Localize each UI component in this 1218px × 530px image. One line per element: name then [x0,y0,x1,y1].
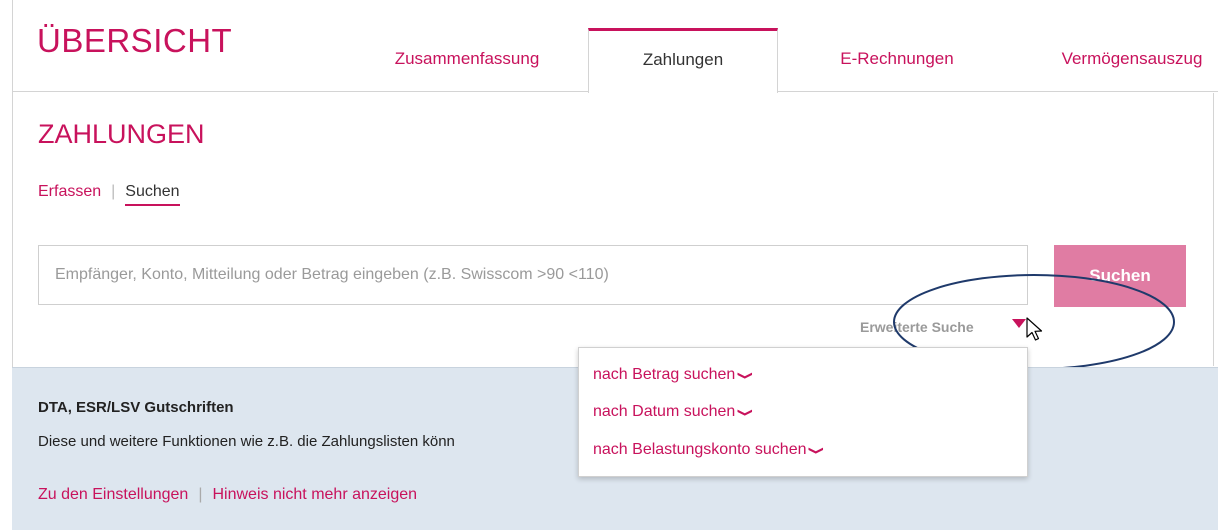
settings-link[interactable]: Zu den Einstellungen [38,486,188,503]
dropdown-item-label: nach Datum suchen [593,403,736,420]
chevron-down-icon: ❯ [737,407,754,418]
search-by-debit-account-item[interactable]: nach Belastungskonto suchen ❯ [593,441,824,459]
tab-zahlungen[interactable]: Zahlungen [588,28,778,93]
payments-panel: ZAHLUNGEN Erfassen|Suchen Suchen Erweite… [12,93,1214,370]
payment-search-input[interactable] [38,245,1028,305]
subnav-suchen[interactable]: Suchen [125,183,180,206]
info-links: Zu den Einstellungen | Hinweis nicht mehr … [38,486,417,504]
advanced-search-dropdown: nach Betrag suchen ❯ nach Datum suchen ❯ n… [578,347,1028,477]
chevron-down-icon: ❯ [808,445,825,456]
overview-header: ÜBERSICHT Zusammenfassung Zahlungen E-Re… [12,0,1218,93]
search-by-date-item[interactable]: nach Datum suchen ❯ [593,403,754,421]
info-text: Diese und weitere Funktionen wie z.B. di… [38,433,455,450]
tab-vermoegensauszug[interactable]: Vermögensauszug [1042,28,1218,92]
subnav-divider: | [111,183,116,200]
page-title: ÜBERSICHT [37,22,233,59]
info-title: DTA, ESR/LSV Gutschriften [38,399,234,416]
dismiss-hint-link[interactable]: Hinweis nicht mehr anzeigen [212,486,417,503]
tab-e-rechnungen[interactable]: E-Rechnungen [802,28,992,92]
dropdown-item-label: nach Betrag suchen [593,366,736,383]
link-divider: | [198,486,203,503]
subnav-erfassen[interactable]: Erfassen [38,183,101,200]
section-title: ZAHLUNGEN [38,119,205,149]
chevron-down-icon: ❯ [737,370,754,381]
search-by-amount-item[interactable]: nach Betrag suchen ❯ [593,366,754,384]
tab-zusammenfassung[interactable]: Zusammenfassung [367,28,567,92]
payments-subnav: Erfassen | Suchen [38,183,180,206]
dropdown-item-label: nach Belastungskonto suchen [593,441,807,458]
